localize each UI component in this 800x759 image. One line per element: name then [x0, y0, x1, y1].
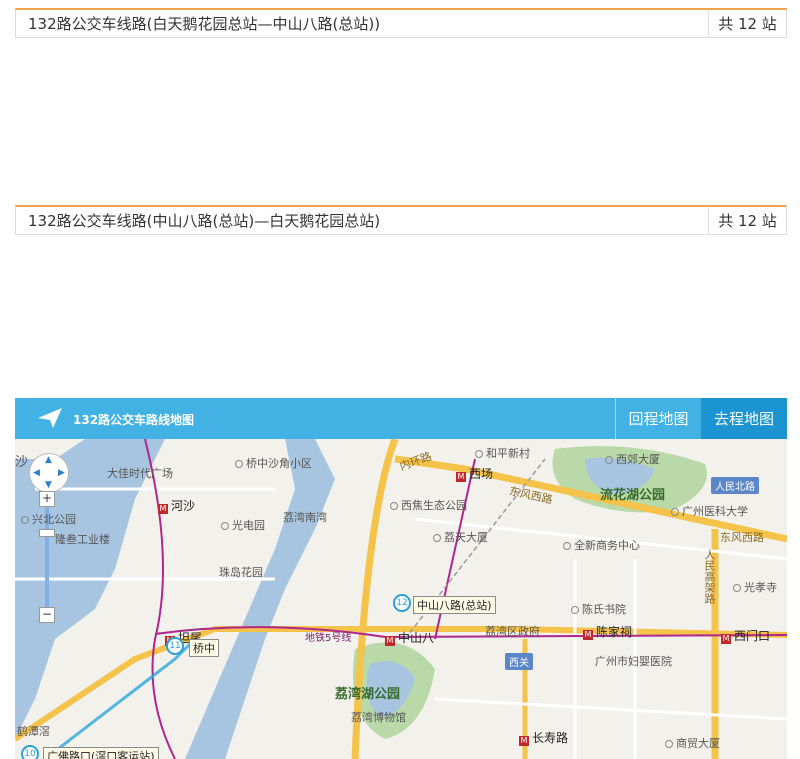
map-label: 沙: [15, 455, 29, 470]
stop-count: 共 12 站: [708, 10, 786, 37]
map-label: 和平新村: [475, 445, 530, 461]
stop-pin-10[interactable]: 10: [21, 745, 39, 759]
route-title: 132路公交车线路(中山八路(总站)—白天鹅花园总站): [28, 212, 381, 230]
map-title: 132路公交车路线地图: [73, 413, 195, 427]
metro-station: M 陈家祠: [583, 625, 633, 640]
map-label: 兴北公园: [21, 511, 76, 527]
map-label: 光孝寺: [733, 579, 777, 595]
zoom-handle[interactable]: [39, 529, 55, 537]
stop-pin-11[interactable]: 11: [166, 637, 184, 655]
road-label: 东风西路: [720, 531, 764, 544]
stop-pin-12[interactable]: 12: [393, 594, 411, 612]
zoom-out-button[interactable]: −: [39, 607, 55, 623]
map-label: 荔湾区政府: [485, 625, 540, 638]
road-label: 人民高架路: [703, 549, 716, 604]
navigation-arrow-icon: [38, 408, 62, 428]
map-label: 鹤潭滘: [17, 725, 50, 738]
stop-tag-12[interactable]: 中山八路(总站): [413, 596, 496, 614]
map-pan-control[interactable]: ▲ ▼ ◀ ▶: [29, 453, 69, 493]
route-map: 132路公交车路线地图 回程地图 去程地图 ▲ ▼ ◀ ▶ + − 沙 大佳时代…: [15, 398, 787, 759]
metro-station: M 西场: [456, 467, 494, 482]
route-header: 132路公交车线路(白天鹅花园总站—中山八路(总站)) 共 12 站: [15, 8, 787, 38]
map-label: 流花湖公园: [600, 488, 666, 503]
stop-tag-11[interactable]: 桥中: [189, 639, 219, 657]
map-label: 荔天大厦: [433, 529, 488, 545]
map-label: 西焦生态公园: [390, 497, 467, 513]
map-label: 广州医科大学: [671, 503, 748, 519]
map-label: 商贸大厦: [665, 735, 720, 751]
metro-station: M 河沙: [158, 499, 196, 514]
map-label: 广州市妇婴医院: [595, 655, 672, 668]
map-label: 陈氏书院: [571, 601, 626, 617]
map-label: 光电园: [221, 517, 265, 533]
map-label: 珠岛花园: [219, 566, 263, 579]
map-label: 荔湾湖公园: [335, 687, 401, 702]
zoom-in-button[interactable]: +: [39, 491, 55, 507]
map-label: 大佳时代广场: [107, 467, 173, 480]
map-label: 西郊大厦: [605, 451, 660, 467]
route-return: 132路公交车线路(中山八路(总站)—白天鹅花园总站) 共 12 站 1中山八路…: [15, 205, 787, 235]
stop-count: 共 12 站: [708, 207, 786, 234]
road-badge: 西关: [505, 653, 533, 670]
route-title: 132路公交车线路(白天鹅花园总站—中山八路(总站)): [28, 15, 381, 33]
map-header: 132路公交车路线地图 回程地图 去程地图: [15, 398, 787, 439]
metro-line-label: 地铁5号线: [305, 633, 352, 644]
map-label: 荔湾南湾: [283, 511, 327, 524]
map-label: 全新商务中心: [563, 537, 640, 553]
tab-return-map[interactable]: 回程地图: [615, 398, 701, 439]
metro-station: M 长寿路: [519, 731, 569, 746]
map-label: 隆叁工业楼: [55, 533, 110, 546]
route-header: 132路公交车线路(中山八路(总站)—白天鹅花园总站) 共 12 站: [15, 205, 787, 235]
road-badge: 人民北路: [711, 477, 759, 494]
map-label: 桥中沙角小区: [235, 455, 312, 471]
route-forward: 132路公交车线路(白天鹅花园总站—中山八路(总站)) 共 12 站 1白天鹅花…: [15, 8, 787, 38]
map-canvas[interactable]: ▲ ▼ ◀ ▶ + − 沙 大佳时代广场 桥中沙角小区 和平新村 西郊大厦 人民北路…: [15, 439, 787, 759]
map-label: 荔湾博物馆: [351, 711, 406, 724]
metro-station: M 西门口: [721, 629, 771, 644]
metro-station: M 中山八: [385, 631, 435, 646]
stop-tag-10[interactable]: 广佛路口(滘口客运站): [43, 747, 159, 759]
tab-go-map[interactable]: 去程地图: [701, 398, 787, 439]
